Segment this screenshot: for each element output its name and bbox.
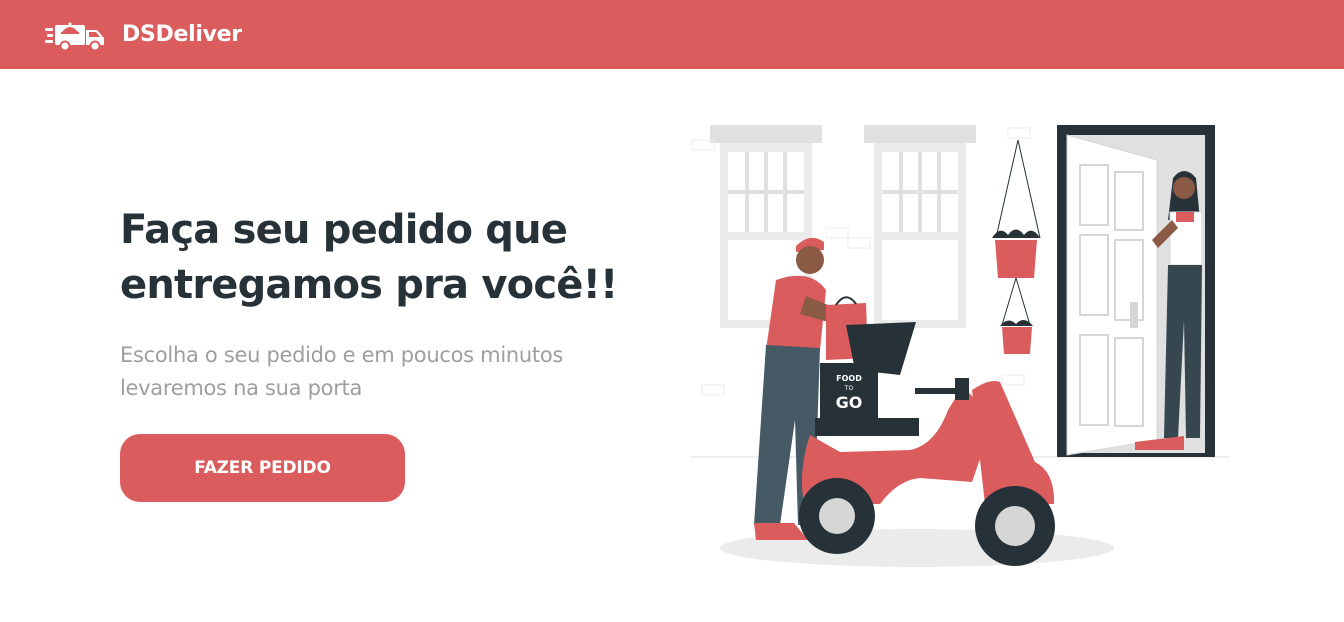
hero-subtitle: Escolha o seu pedido e em poucos minutos… [120, 339, 630, 405]
brand-link[interactable]: DSDeliver [45, 18, 242, 52]
hero-title-line1: Faça seu pedido que [120, 207, 568, 253]
window-right [864, 125, 976, 328]
box-text-to: TO [844, 385, 854, 392]
brand-name: DSDeliver [122, 22, 242, 47]
delivery-truck-icon [45, 22, 104, 51]
hero-title-line2: entregamos pra você!! [120, 262, 618, 308]
food-to-go-box: FOOD TO GO [820, 363, 878, 420]
make-order-button-label: FAZER PEDIDO [194, 458, 331, 478]
hero-text: Faça seu pedido que entregamos pra você!… [120, 203, 640, 405]
hero-title: Faça seu pedido que entregamos pra você!… [120, 203, 640, 313]
hero-subtitle-line2: levaremos na sua porta [120, 376, 363, 400]
delivery-illustration: FOOD TO GO [690, 125, 1230, 567]
make-order-button[interactable]: FAZER PEDIDO [120, 434, 405, 502]
box-text-food: FOOD [836, 374, 862, 383]
box-text-go: GO [836, 393, 863, 412]
navbar: DSDeliver [0, 0, 1344, 69]
hero-subtitle-line1: Escolha o seu pedido e em poucos minutos [120, 343, 564, 367]
hanging-plants [992, 139, 1041, 354]
